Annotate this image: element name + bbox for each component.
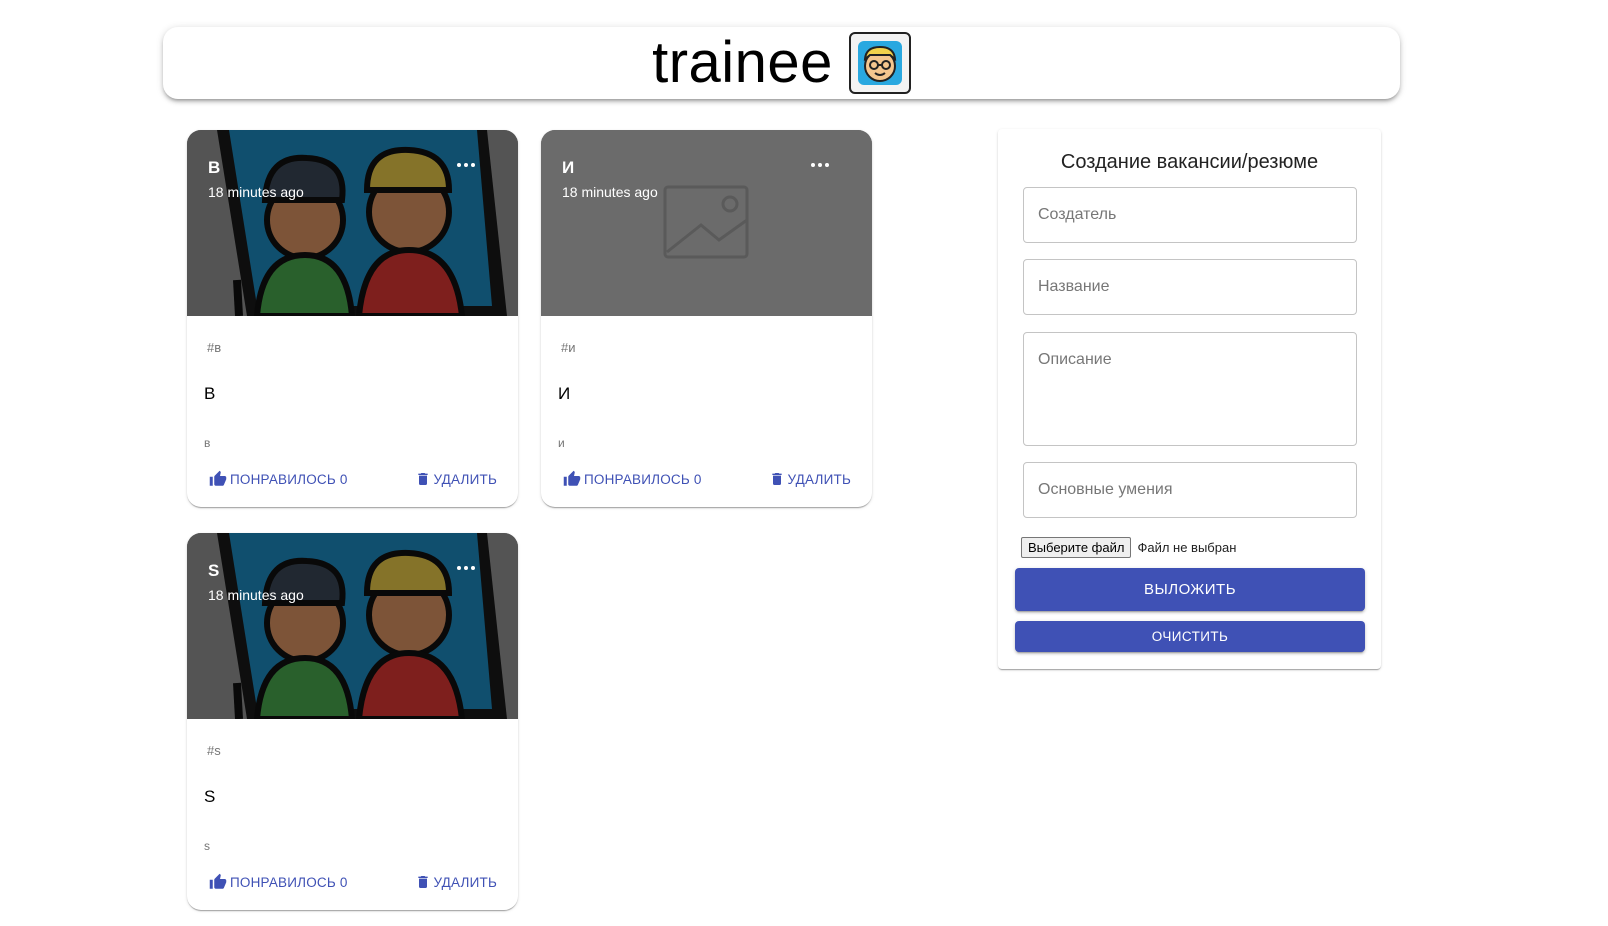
like-label: ПОНРАВИЛОСЬ 0: [584, 471, 702, 487]
post-time: 18 minutes ago: [562, 184, 658, 200]
post-tags: #и: [561, 340, 576, 355]
post-tags: #в: [207, 340, 222, 355]
skills-field: [1023, 462, 1357, 518]
post-card: S 18 minutes ago #s S s ПОНРАВИЛОСЬ 0 УД…: [187, 533, 518, 910]
thumb-up-icon: [209, 873, 227, 889]
file-status: Файл не выбран: [1137, 540, 1237, 555]
post-creator: S: [208, 561, 220, 580]
delete-button[interactable]: УДАЛИТЬ: [415, 867, 497, 897]
more-options-icon[interactable]: [454, 158, 478, 172]
avatar-face-icon: [848, 32, 911, 94]
post-time: 18 minutes ago: [208, 184, 304, 200]
name-field: [1023, 259, 1357, 315]
card-actions: ПОНРАВИЛОСЬ 0 УДАЛИТЬ: [541, 464, 872, 500]
post-card: В 18 minutes ago #в В в ПОНРАВИЛОСЬ 0 УД…: [187, 130, 518, 507]
more-options-icon[interactable]: [808, 158, 832, 172]
like-label: ПОНРАВИЛОСЬ 0: [230, 471, 348, 487]
post-title: В: [204, 384, 216, 403]
more-options-icon[interactable]: [454, 561, 478, 575]
choose-file-button[interactable]: Выберите файл: [1021, 537, 1132, 558]
post-card: И 18 minutes ago #и И и ПОНРАВИЛОСЬ 0 УД…: [541, 130, 872, 507]
delete-label: УДАЛИТЬ: [787, 471, 851, 487]
post-media: В 18 minutes ago: [187, 130, 518, 316]
description-textarea[interactable]: [1024, 333, 1356, 445]
like-label: ПОНРАВИЛОСЬ 0: [230, 874, 348, 890]
post-time: 18 minutes ago: [208, 587, 304, 603]
like-button[interactable]: ПОНРАВИЛОСЬ 0: [209, 464, 348, 494]
form-title: Создание вакансии/резюме: [1060, 151, 1319, 173]
skills-input[interactable]: [1024, 463, 1356, 517]
clear-button[interactable]: ОЧИСТИТЬ: [1015, 621, 1365, 652]
delete-label: УДАЛИТЬ: [433, 874, 497, 890]
create-post-form: Создание вакансии/резюме Выберите файл Ф…: [998, 129, 1381, 669]
brand-title: trainee: [652, 30, 833, 95]
app-bar: trainee: [163, 27, 1400, 99]
post-media: S 18 minutes ago: [187, 533, 518, 719]
creator-input[interactable]: [1024, 188, 1356, 242]
trash-icon: [417, 876, 428, 888]
submit-button[interactable]: ВЫЛОЖИТЬ: [1015, 568, 1365, 611]
file-upload: Выберите файл Файл не выбран: [1021, 537, 1236, 558]
post-creator: В: [208, 158, 221, 177]
like-button[interactable]: ПОНРАВИЛОСЬ 0: [209, 867, 348, 897]
post-message: в: [204, 436, 211, 450]
trash-icon: [771, 473, 782, 485]
delete-button[interactable]: УДАЛИТЬ: [415, 464, 497, 494]
trash-icon: [417, 473, 428, 485]
post-tags: #s: [207, 743, 221, 758]
card-actions: ПОНРАВИЛОСЬ 0 УДАЛИТЬ: [187, 464, 518, 500]
delete-label: УДАЛИТЬ: [433, 471, 497, 487]
post-title: И: [558, 384, 571, 403]
card-actions: ПОНРАВИЛОСЬ 0 УДАЛИТЬ: [187, 867, 518, 903]
thumb-up-icon: [563, 470, 581, 486]
thumb-up-icon: [209, 470, 227, 486]
creator-field: [1023, 187, 1357, 243]
description-field: [1023, 332, 1357, 446]
post-title: S: [204, 787, 216, 806]
post-creator: И: [562, 158, 575, 177]
title-input[interactable]: [1024, 260, 1356, 314]
post-media: И 18 minutes ago: [541, 130, 872, 316]
post-message: и: [558, 436, 565, 450]
delete-button[interactable]: УДАЛИТЬ: [769, 464, 851, 494]
like-button[interactable]: ПОНРАВИЛОСЬ 0: [563, 464, 702, 494]
post-message: s: [204, 839, 210, 853]
